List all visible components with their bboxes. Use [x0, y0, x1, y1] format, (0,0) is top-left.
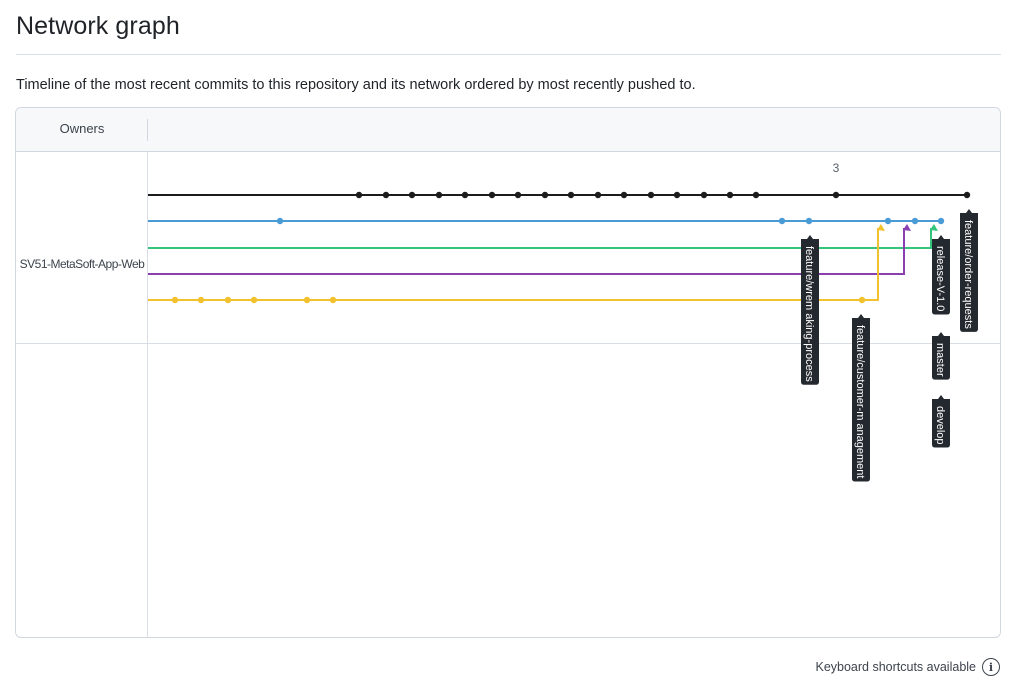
commit-dot[interactable] [250, 296, 258, 304]
branch-label-text[interactable]: master [934, 343, 946, 377]
commit-dot[interactable] [778, 217, 786, 225]
merge-arrow-green [930, 224, 938, 231]
commit-dot[interactable] [303, 296, 311, 304]
branch-line-purple [148, 228, 905, 275]
branch-label-text[interactable]: feature/wrem aking-process [803, 246, 815, 382]
branch-label[interactable]: feature/order-requests [960, 209, 978, 332]
commit-dot[interactable] [488, 191, 496, 199]
title-divider [16, 54, 1001, 55]
commit-dot[interactable] [514, 191, 522, 199]
commit-dot[interactable] [408, 191, 416, 199]
commit-dot[interactable] [461, 191, 469, 199]
network-graph-canvas[interactable]: 3 feature/order-requests release-V-1.0 mas… [16, 108, 1001, 638]
commit-dot[interactable] [647, 191, 655, 199]
commit-dot[interactable] [700, 191, 708, 199]
commit-dot[interactable] [355, 191, 363, 199]
commit-dot[interactable] [382, 191, 390, 199]
network-graph-panel[interactable]: Owners SV51-MetaSoft-App-Web 3 feature/o… [15, 107, 1001, 638]
commit-dot[interactable] [171, 296, 179, 304]
branch-label[interactable]: release-V-1.0 [932, 235, 950, 315]
branch-label[interactable]: develop [932, 395, 950, 448]
branch-line-yellow [148, 228, 879, 301]
commit-dot[interactable] [884, 217, 892, 225]
commit-dot[interactable] [673, 191, 681, 199]
branch-labels[interactable]: feature/order-requests release-V-1.0 maste… [801, 209, 978, 482]
commit-dot[interactable] [963, 191, 971, 199]
merge-arrow-purple [903, 224, 911, 231]
commit-dot[interactable] [832, 191, 840, 199]
info-icon[interactable]: i [982, 658, 1000, 676]
branch-lines [148, 194, 967, 301]
date-tick: 3 [833, 161, 840, 175]
commit-dot[interactable] [726, 191, 734, 199]
commit-dot[interactable] [197, 296, 205, 304]
keyboard-shortcuts-label[interactable]: Keyboard shortcuts available [815, 660, 976, 674]
page-description: Timeline of the most recent commits to t… [16, 77, 696, 93]
commit-dot[interactable] [594, 191, 602, 199]
branch-label-text[interactable]: feature/order-requests [962, 220, 974, 329]
commit-dot[interactable] [805, 217, 813, 225]
branch-label-text[interactable]: release-V-1.0 [934, 246, 946, 311]
commit-dot[interactable] [276, 217, 284, 225]
commit-dot[interactable] [752, 191, 760, 199]
commit-dot[interactable] [858, 296, 866, 304]
branch-label-text[interactable]: feature/customer-m anagement [854, 325, 866, 478]
commit-dot[interactable] [567, 191, 575, 199]
commit-dot[interactable] [937, 217, 945, 225]
merge-arrow-yellow [877, 224, 885, 231]
branch-label[interactable]: master [932, 332, 950, 380]
commit-dot[interactable] [620, 191, 628, 199]
branch-label[interactable]: feature/wrem aking-process [801, 235, 819, 385]
commit-dot[interactable] [911, 217, 919, 225]
commit-dot[interactable] [541, 191, 549, 199]
commit-dot[interactable] [435, 191, 443, 199]
branch-label-text[interactable]: develop [934, 406, 946, 445]
commit-dot[interactable] [329, 296, 337, 304]
page-title: Network graph [16, 12, 180, 40]
commit-dot[interactable] [224, 296, 232, 304]
branch-label[interactable]: feature/customer-m anagement [852, 314, 870, 482]
keyboard-shortcuts-hint[interactable]: Keyboard shortcuts available i [815, 656, 1000, 678]
